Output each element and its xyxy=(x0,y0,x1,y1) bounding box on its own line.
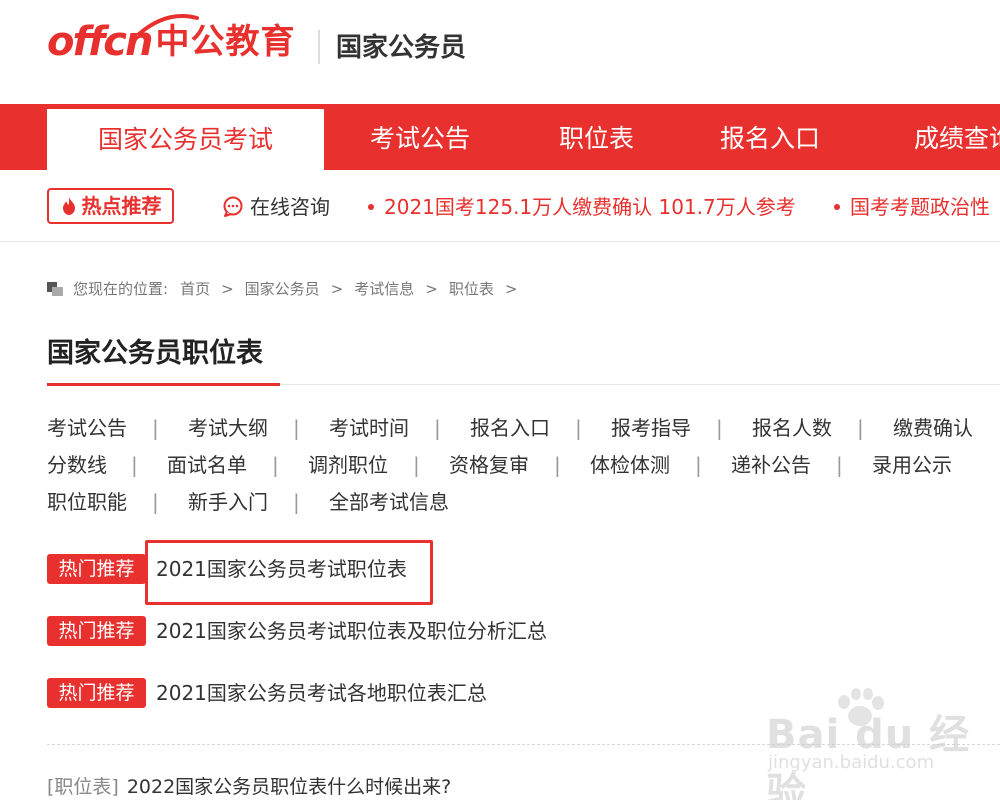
category-separator: | xyxy=(554,453,561,477)
breadcrumb-item-exam-info[interactable]: 考试信息 xyxy=(354,278,414,300)
category-link[interactable]: 体检体测 xyxy=(590,450,670,480)
breadcrumb-separator: > xyxy=(330,280,344,298)
hot-recommend-badge: 热门推荐 xyxy=(47,616,146,646)
bullet-dot-icon xyxy=(368,203,374,210)
highlight-annotation-box xyxy=(145,540,433,605)
category-separator: | xyxy=(152,416,159,440)
main-nav: 国家公务员考试 考试公告 职位表 报名入口 成绩查询 xyxy=(0,104,1000,170)
breadcrumb-separator: > xyxy=(425,280,438,298)
category-link[interactable]: 考试大纲 xyxy=(188,413,268,443)
breadcrumb-item-national[interactable]: 国家公务员 xyxy=(245,278,320,300)
watermark-url: jingyan.baidu.com xyxy=(768,752,935,773)
offcn-logo[interactable]: offcn 中公教育 xyxy=(47,14,295,68)
category-link[interactable]: 缴费确认 xyxy=(893,413,973,443)
news-text: 国考考题政治性 xyxy=(850,195,990,219)
header-section-title[interactable]: 国家公务员 xyxy=(336,28,466,68)
page-title: 国家公务员职位表 xyxy=(47,338,263,369)
article-title[interactable]: 2022国家公务员职位表什么时候出来? xyxy=(127,776,451,798)
category-link[interactable]: 考试时间 xyxy=(329,413,409,443)
category-link[interactable]: 考试公告 xyxy=(47,413,127,443)
category-separator: | xyxy=(413,453,420,477)
category-link[interactable]: 报考指导 xyxy=(611,413,691,443)
baidu-jingyan-watermark: Bai du 经验 jingyan.baidu.com xyxy=(760,688,980,800)
nav-item-score-query[interactable]: 成绩查询 xyxy=(914,104,1000,170)
category-separator: | xyxy=(575,416,582,440)
category-link[interactable]: 面试名单 xyxy=(167,450,247,480)
hot-bar: 热点推荐 在线咨询 2021国考125.1万人缴费确认 101.7万人参考 国考… xyxy=(0,170,1000,242)
category-separator: | xyxy=(152,490,159,514)
bullet-dot-icon xyxy=(834,203,840,210)
watermark-main-text: Bai du 经验 xyxy=(766,712,971,800)
category-link[interactable]: 报名入口 xyxy=(470,413,550,443)
flame-icon xyxy=(62,197,75,215)
category-separator: | xyxy=(836,453,843,477)
hot-recommend-link[interactable]: 2021国家公务员考试各地职位表汇总 xyxy=(156,678,487,708)
news-text: 2021国考125.1万人缴费确认 101.7万人参考 xyxy=(384,195,796,219)
category-separator: | xyxy=(716,416,723,440)
nav-item-national-exam[interactable]: 国家公务员考试 xyxy=(47,109,324,170)
article-category[interactable]: [职位表] xyxy=(47,776,119,798)
location-icon xyxy=(47,282,63,296)
category-separator: | xyxy=(293,416,300,440)
hot-recommend-item: 热门推荐 2021国家公务员考试各地职位表汇总 xyxy=(47,677,487,709)
category-separator: | xyxy=(272,453,279,477)
news-item[interactable]: 国考考题政治性 xyxy=(834,192,990,222)
chat-bubble-icon xyxy=(223,196,243,217)
news-item[interactable]: 2021国考125.1万人缴费确认 101.7万人参考 xyxy=(368,192,796,222)
category-separator: | xyxy=(695,453,702,477)
category-link[interactable]: 录用公示 xyxy=(872,450,952,480)
breadcrumb-item-home[interactable]: 首页 xyxy=(180,278,210,300)
hot-recommend-item: 热门推荐 2021国家公务员考试职位表及职位分析汇总 xyxy=(47,615,547,647)
category-separator: | xyxy=(857,416,864,440)
category-link[interactable]: 递补公告 xyxy=(731,450,811,480)
title-underline-accent xyxy=(47,383,280,386)
nav-item-exam-notice[interactable]: 考试公告 xyxy=(370,104,470,170)
breadcrumb-separator: > xyxy=(221,280,234,298)
category-link[interactable]: 新手入门 xyxy=(188,487,268,517)
nav-item-registration[interactable]: 报名入口 xyxy=(720,104,820,170)
nav-item-position-table[interactable]: 职位表 xyxy=(559,104,634,170)
category-link[interactable]: 全部考试信息 xyxy=(329,487,449,517)
breadcrumb-separator: > xyxy=(504,280,518,298)
breadcrumb-prefix: 您现在的位置: xyxy=(73,280,169,298)
online-consult-label: 在线咨询 xyxy=(250,195,330,219)
category-separator: | xyxy=(293,490,300,514)
category-link[interactable]: 调剂职位 xyxy=(308,450,388,480)
online-consult[interactable]: 在线咨询 xyxy=(222,192,330,222)
hot-recommend-link[interactable]: 2021国家公务员考试职位表及职位分析汇总 xyxy=(156,616,547,646)
header-divider xyxy=(318,30,320,64)
category-link[interactable]: 报名人数 xyxy=(752,413,832,443)
breadcrumb-item-position-table[interactable]: 职位表 xyxy=(449,278,494,300)
category-link[interactable]: 资格复审 xyxy=(449,450,529,480)
category-link[interactable]: 职位职能 xyxy=(47,487,127,517)
hot-recommend-badge: 热门推荐 xyxy=(47,554,146,584)
hot-recommend-tag[interactable]: 热点推荐 xyxy=(47,188,174,224)
site-header: offcn 中公教育 国家公务员 xyxy=(0,0,1000,104)
category-link[interactable]: 分数线 xyxy=(47,450,107,480)
article-item[interactable]: [职位表] 2022国家公务员职位表什么时候出来? xyxy=(47,773,451,800)
category-separator: | xyxy=(131,453,138,477)
hot-recommend-badge: 热门推荐 xyxy=(47,678,146,708)
logo-latin-text: offcn xyxy=(47,19,153,65)
category-separator: | xyxy=(434,416,441,440)
logo-swoosh-icon xyxy=(137,14,199,36)
breadcrumb: 您现在的位置: 首页 > 国家公务员 > 考试信息 > 职位表 > xyxy=(47,278,528,300)
hot-recommend-label: 热点推荐 xyxy=(81,194,162,218)
